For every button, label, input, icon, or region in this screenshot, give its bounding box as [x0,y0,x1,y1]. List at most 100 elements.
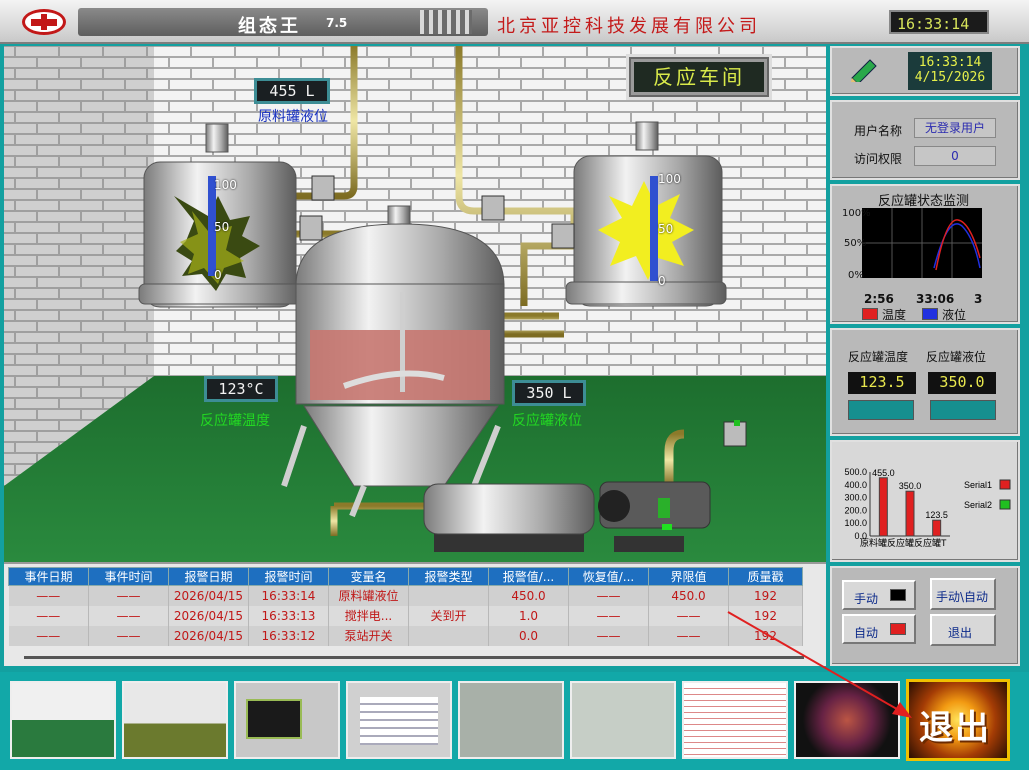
readout-temp-bar [848,400,914,420]
cell: 0.0 [488,625,569,646]
thumbnail-report-table[interactable] [682,681,788,759]
reactor-level-display: 350 L [512,380,586,406]
datetime-time: 16:33:14 [918,55,982,70]
readout-level-value: 350.0 [928,372,996,394]
raw-tank-level-label: 原料罐液位 [258,109,328,125]
table-row[interactable]: —— —— 2026/04/15 16:33:12 泵站开关 0.0 —— ——… [8,625,803,646]
alarm-horizontal-scrollbar[interactable] [24,656,804,659]
thumbnail-trend-curve[interactable] [234,681,340,759]
bar-legend-swatch [999,479,1011,490]
cell: 16:33:14 [248,585,329,606]
right-gauge-tick-50: 50 [658,222,674,236]
readout-level-bar [930,400,996,420]
col-alarm-time[interactable]: 报警时间 [248,567,329,586]
col-alarm-date[interactable]: 报警日期 [168,567,249,586]
exit-button[interactable]: 退出 [930,614,996,646]
access-level-label: 访问权限 [854,152,903,166]
bar-chart-ytick: 300.0 [844,493,867,503]
trend-plot-area [862,208,982,278]
legend-level-label: 液位 [942,308,967,322]
bar-legend-swatch [999,499,1011,510]
reactor-temp-label: 反应罐温度 [200,413,270,429]
title-stripes-decoration [420,10,472,34]
col-quality-stamp[interactable]: 质量戳 [728,567,803,586]
cell: —— [568,625,649,646]
cell: —— [8,585,89,606]
right-gauge-tick-0: 0 [658,274,666,288]
bar-legend-label: Serial2 [964,500,992,510]
bar-value-label: 455.0 [872,468,895,478]
trend-ytick-100: 100% [842,208,871,219]
col-alarm-type[interactable]: 报警类型 [408,567,489,586]
legend-temp-label: 温度 [882,308,907,322]
col-event-date[interactable]: 事件日期 [8,567,89,586]
bar-2 [932,519,942,537]
cell: 450.0 [648,585,729,606]
exit-thumbnail-button[interactable]: 退出 [906,679,1010,761]
readout-level-label: 反应罐液位 [926,350,987,364]
bar-chart: 500.0400.0300.0200.0100.00.0455.0350.012… [844,467,1011,548]
company-name: 北京亚控科技发展有限公司 [497,16,761,37]
user-name-value: 无登录用户 [914,118,996,138]
raw-tank-level-display: 455 L [254,78,330,104]
left-gauge-tick-100: 100 [214,178,237,192]
reactor-temp-display: 123°C [204,376,278,402]
bar-chart-panel: 500.0 400.0 300.0 200.0 100.0 0.0 455.0 350.0 12… [830,440,1020,562]
thumbnail-workshop-overview[interactable] [10,681,116,759]
manual-button[interactable]: 手动 [842,580,916,610]
cell: —— [8,625,89,646]
legend-temp-swatch [862,308,878,320]
pencil-icon[interactable] [848,58,878,82]
cell: —— [648,605,729,626]
col-alarm-value[interactable]: 报警值/... [488,567,569,586]
col-variable-name[interactable]: 变量名 [328,567,409,586]
trend-xtick-1: 2:56 [864,292,894,306]
workshop-title-panel: 反应车间 [626,54,772,100]
cell: —— [568,585,649,606]
cell: 搅拌电... [328,605,409,626]
datetime-date: 4/15/2026 [914,70,986,85]
app-name: 组态王 [238,16,301,37]
auto-indicator [890,623,906,635]
thumbnail-history-chart[interactable] [346,681,452,759]
cell: —— [568,605,649,626]
cell: 泵站开关 [328,625,409,646]
cell: 2026/04/15 [168,625,249,646]
table-row[interactable]: —— —— 2026/04/15 16:33:14 原料罐液位 450.0 ——… [8,585,803,606]
title-clock: 16:33:14 [889,10,989,34]
auto-button[interactable]: 自动 [842,614,916,644]
bar-chart-ytick: 500.0 [844,467,867,477]
cell: —— [8,605,89,626]
cell: 192 [728,605,803,626]
cell [408,585,489,606]
manual-indicator [890,589,906,601]
readout-temp-value: 123.5 [848,372,916,394]
cell: 16:33:13 [248,605,329,626]
right-gauge-tick-100: 100 [658,172,681,186]
user-info-panel: 用户名称 无登录用户 访问权限 0 [830,100,1020,180]
bar-chart-ytick: 200.0 [844,505,867,515]
scada-window: 组态王 7.5 北京亚控科技发展有限公司 16:33:14 反应车间 455 L… [0,0,1029,770]
thumbnail-3d-equipment[interactable] [794,681,900,759]
bar-value-label: 350.0 [899,481,922,491]
datetime-panel: 16:33:14 4/15/2026 [830,46,1020,96]
user-name-label: 用户名称 [854,124,903,138]
cell: —— [648,625,729,646]
table-row[interactable]: —— —— 2026/04/15 16:33:13 搅拌电... 关到开 1.0… [8,605,803,626]
cell: 450.0 [488,585,569,606]
app-version: 7.5 [326,16,348,30]
thumbnail-flow-diagram[interactable] [570,681,676,759]
cell: —— [88,585,169,606]
access-level-value: 0 [914,146,996,166]
cell: 16:33:12 [248,625,329,646]
col-limit-value[interactable]: 界限值 [648,567,729,586]
col-event-time[interactable]: 事件时间 [88,567,169,586]
cell: 2026/04/15 [168,605,249,626]
col-recover-value[interactable]: 恢复值/... [568,567,649,586]
thumbnail-reactor-scene[interactable] [122,681,228,759]
trend-xtick-2: 33:06 [916,292,955,306]
bar-value-label: 123.5 [925,510,948,520]
thumbnail-control-panel[interactable] [458,681,564,759]
trend-ytick-50: 50% [844,238,867,249]
manual-auto-button[interactable]: 手动\自动 [930,578,996,610]
